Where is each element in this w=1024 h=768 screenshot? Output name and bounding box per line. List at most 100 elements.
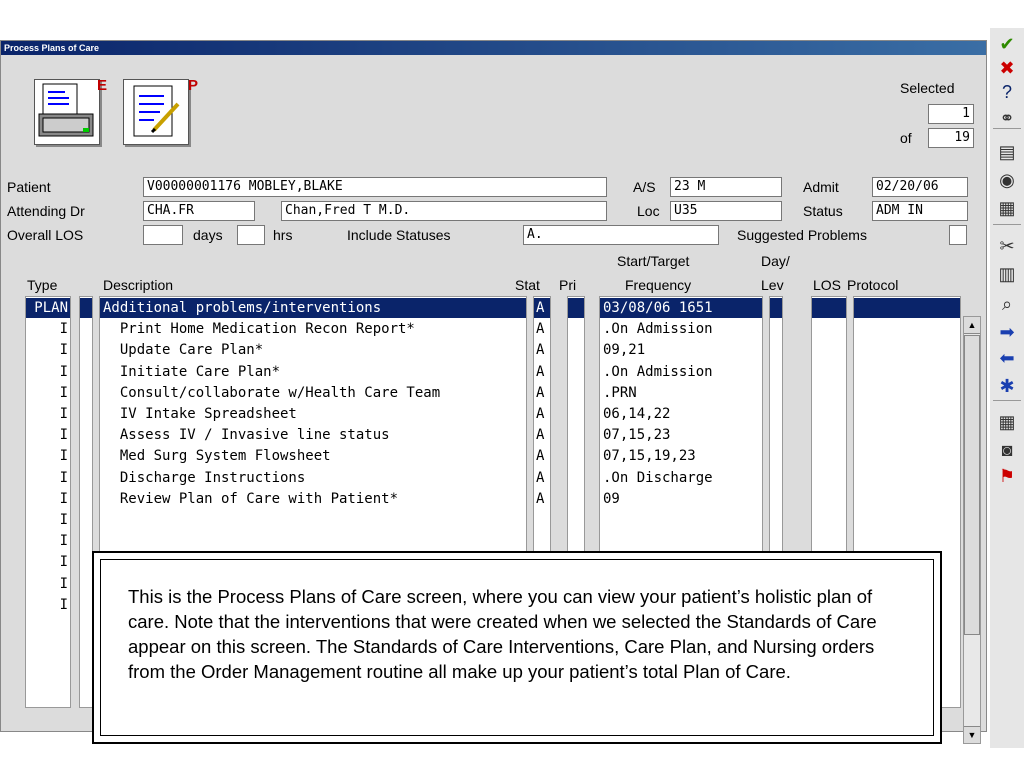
patient-field[interactable]: V00000001176 MOBLEY,BLAKE xyxy=(143,177,607,197)
row-type[interactable]: I xyxy=(26,552,70,572)
attending-code-field[interactable]: CHA.FR xyxy=(143,201,255,221)
row-type[interactable]: I xyxy=(26,446,70,466)
row-frequency[interactable]: 03/08/06 1651 xyxy=(600,298,762,318)
row-frequency[interactable] xyxy=(600,510,762,530)
age-sex-field[interactable]: 23 M xyxy=(670,177,782,197)
row-type[interactable]: I xyxy=(26,425,70,445)
row-frequency[interactable]: .On Admission xyxy=(600,319,762,339)
web-icon[interactable]: ◉ xyxy=(994,168,1020,192)
sidebar-divider xyxy=(993,224,1021,225)
row-stat[interactable]: A xyxy=(534,404,550,424)
row-frequency[interactable]: 06,14,22 xyxy=(600,404,762,424)
row-description[interactable] xyxy=(100,531,526,551)
selected-count-field[interactable]: 1 xyxy=(928,104,974,124)
row-frequency[interactable]: 09,21 xyxy=(600,340,762,360)
camera-icon[interactable]: ◙ xyxy=(994,438,1020,462)
row-stat[interactable]: A xyxy=(534,319,550,339)
row-type[interactable]: I xyxy=(26,510,70,530)
total-count-field[interactable]: 19 xyxy=(928,128,974,148)
row-stat[interactable]: A xyxy=(534,362,550,382)
status-field[interactable]: ADM IN xyxy=(872,201,968,221)
row-type[interactable]: I xyxy=(26,468,70,488)
row-type[interactable]: I xyxy=(26,489,70,509)
tools-icon[interactable]: ⚑ xyxy=(994,464,1020,488)
row-description[interactable]: IV Intake Spreadsheet xyxy=(100,404,526,424)
help-icon[interactable]: ? xyxy=(994,80,1020,104)
row-description[interactable]: Update Care Plan* xyxy=(100,340,526,360)
row-frequency[interactable]: .On Admission xyxy=(600,362,762,382)
row-stat[interactable]: A xyxy=(534,383,550,403)
row-stat[interactable] xyxy=(534,510,550,530)
row-type[interactable]: PLAN xyxy=(26,298,70,318)
row-frequency[interactable]: 07,15,19,23 xyxy=(600,446,762,466)
admit-date-field[interactable]: 02/20/06 xyxy=(872,177,968,197)
row-description[interactable]: Additional problems/interventions xyxy=(100,298,526,318)
pencil-document-icon xyxy=(133,85,180,137)
row-stat[interactable]: A xyxy=(534,446,550,466)
row-marker[interactable] xyxy=(80,298,92,318)
include-statuses-field[interactable]: A. xyxy=(523,225,719,245)
row-frequency[interactable]: 07,15,23 xyxy=(600,425,762,445)
row-type[interactable]: I xyxy=(26,574,70,594)
row-los[interactable] xyxy=(812,298,846,318)
row-stat[interactable]: A xyxy=(534,340,550,360)
suggested-problems-checkbox[interactable] xyxy=(949,225,967,245)
table-scrollbar[interactable]: ▲ ▼ xyxy=(963,316,981,744)
row-frequency[interactable]: 09 xyxy=(600,489,762,509)
row-type[interactable]: I xyxy=(26,595,70,615)
sidebar-divider xyxy=(993,128,1021,129)
row-description[interactable]: Assess IV / Invasive line status xyxy=(100,425,526,445)
previous-icon[interactable]: ⬅ xyxy=(994,346,1020,370)
row-stat[interactable] xyxy=(534,531,550,551)
row-type[interactable]: I xyxy=(26,383,70,403)
row-stat[interactable]: A xyxy=(534,425,550,445)
scroll-down-icon[interactable]: ▼ xyxy=(964,726,980,743)
calculator-icon[interactable]: ▦ xyxy=(994,410,1020,434)
row-description[interactable]: Consult/collaborate w/Health Care Team xyxy=(100,383,526,403)
scroll-thumb[interactable] xyxy=(964,335,980,635)
los-hrs-field[interactable] xyxy=(237,225,265,245)
close-icon[interactable]: ✖ xyxy=(994,56,1020,80)
location-field[interactable]: U35 xyxy=(670,201,782,221)
scroll-up-icon[interactable]: ▲ xyxy=(964,317,980,334)
attending-name-field[interactable]: Chan,Fred T M.D. xyxy=(281,201,607,221)
row-frequency[interactable]: .PRN xyxy=(600,383,762,403)
print-icon[interactable]: ▤ xyxy=(994,140,1020,164)
binoculars-icon[interactable]: ⚭ xyxy=(994,106,1020,130)
row-type[interactable]: I xyxy=(26,319,70,339)
row-description[interactable]: Print Home Medication Recon Report* xyxy=(100,319,526,339)
row-pri[interactable] xyxy=(568,298,584,318)
keyboard-document-icon xyxy=(38,83,94,137)
los-days-field[interactable] xyxy=(143,225,183,245)
checkmark-icon[interactable]: ✔ xyxy=(994,32,1020,56)
edit-e-label: E xyxy=(97,77,108,94)
row-type[interactable]: I xyxy=(26,362,70,382)
row-stat[interactable]: A xyxy=(534,468,550,488)
asterisk-icon[interactable]: ✱ xyxy=(994,374,1020,398)
row-type[interactable]: I xyxy=(26,531,70,551)
row-description[interactable]: Med Surg System Flowsheet xyxy=(100,446,526,466)
print-plan-button[interactable] xyxy=(123,79,189,145)
row-type[interactable]: I xyxy=(26,340,70,360)
row-protocol[interactable] xyxy=(854,298,960,318)
row-description[interactable]: Discharge Instructions xyxy=(100,468,526,488)
row-type[interactable]: I xyxy=(26,404,70,424)
status-label: Status xyxy=(803,203,843,219)
row-description[interactable]: Review Plan of Care with Patient* xyxy=(100,489,526,509)
row-stat[interactable]: A xyxy=(534,489,550,509)
row-description[interactable] xyxy=(100,510,526,530)
callout-border: This is the Process Plans of Care screen… xyxy=(100,559,934,736)
copy-icon[interactable]: ▥ xyxy=(994,262,1020,286)
search-icon[interactable]: ⌕ xyxy=(994,292,1020,316)
row-frequency[interactable] xyxy=(600,531,762,551)
row-day-lev[interactable] xyxy=(770,298,782,318)
cut-icon[interactable]: ✂ xyxy=(994,234,1020,258)
callout-text: This is the Process Plans of Care screen… xyxy=(128,586,877,682)
next-icon[interactable]: ➡ xyxy=(994,320,1020,344)
suggested-problems-label: Suggested Problems xyxy=(737,227,867,243)
row-frequency[interactable]: .On Discharge xyxy=(600,468,762,488)
row-stat[interactable]: A xyxy=(534,298,550,318)
delete-icon[interactable]: ▦ xyxy=(994,196,1020,220)
row-description[interactable]: Initiate Care Plan* xyxy=(100,362,526,382)
edit-plan-button[interactable] xyxy=(34,79,100,145)
